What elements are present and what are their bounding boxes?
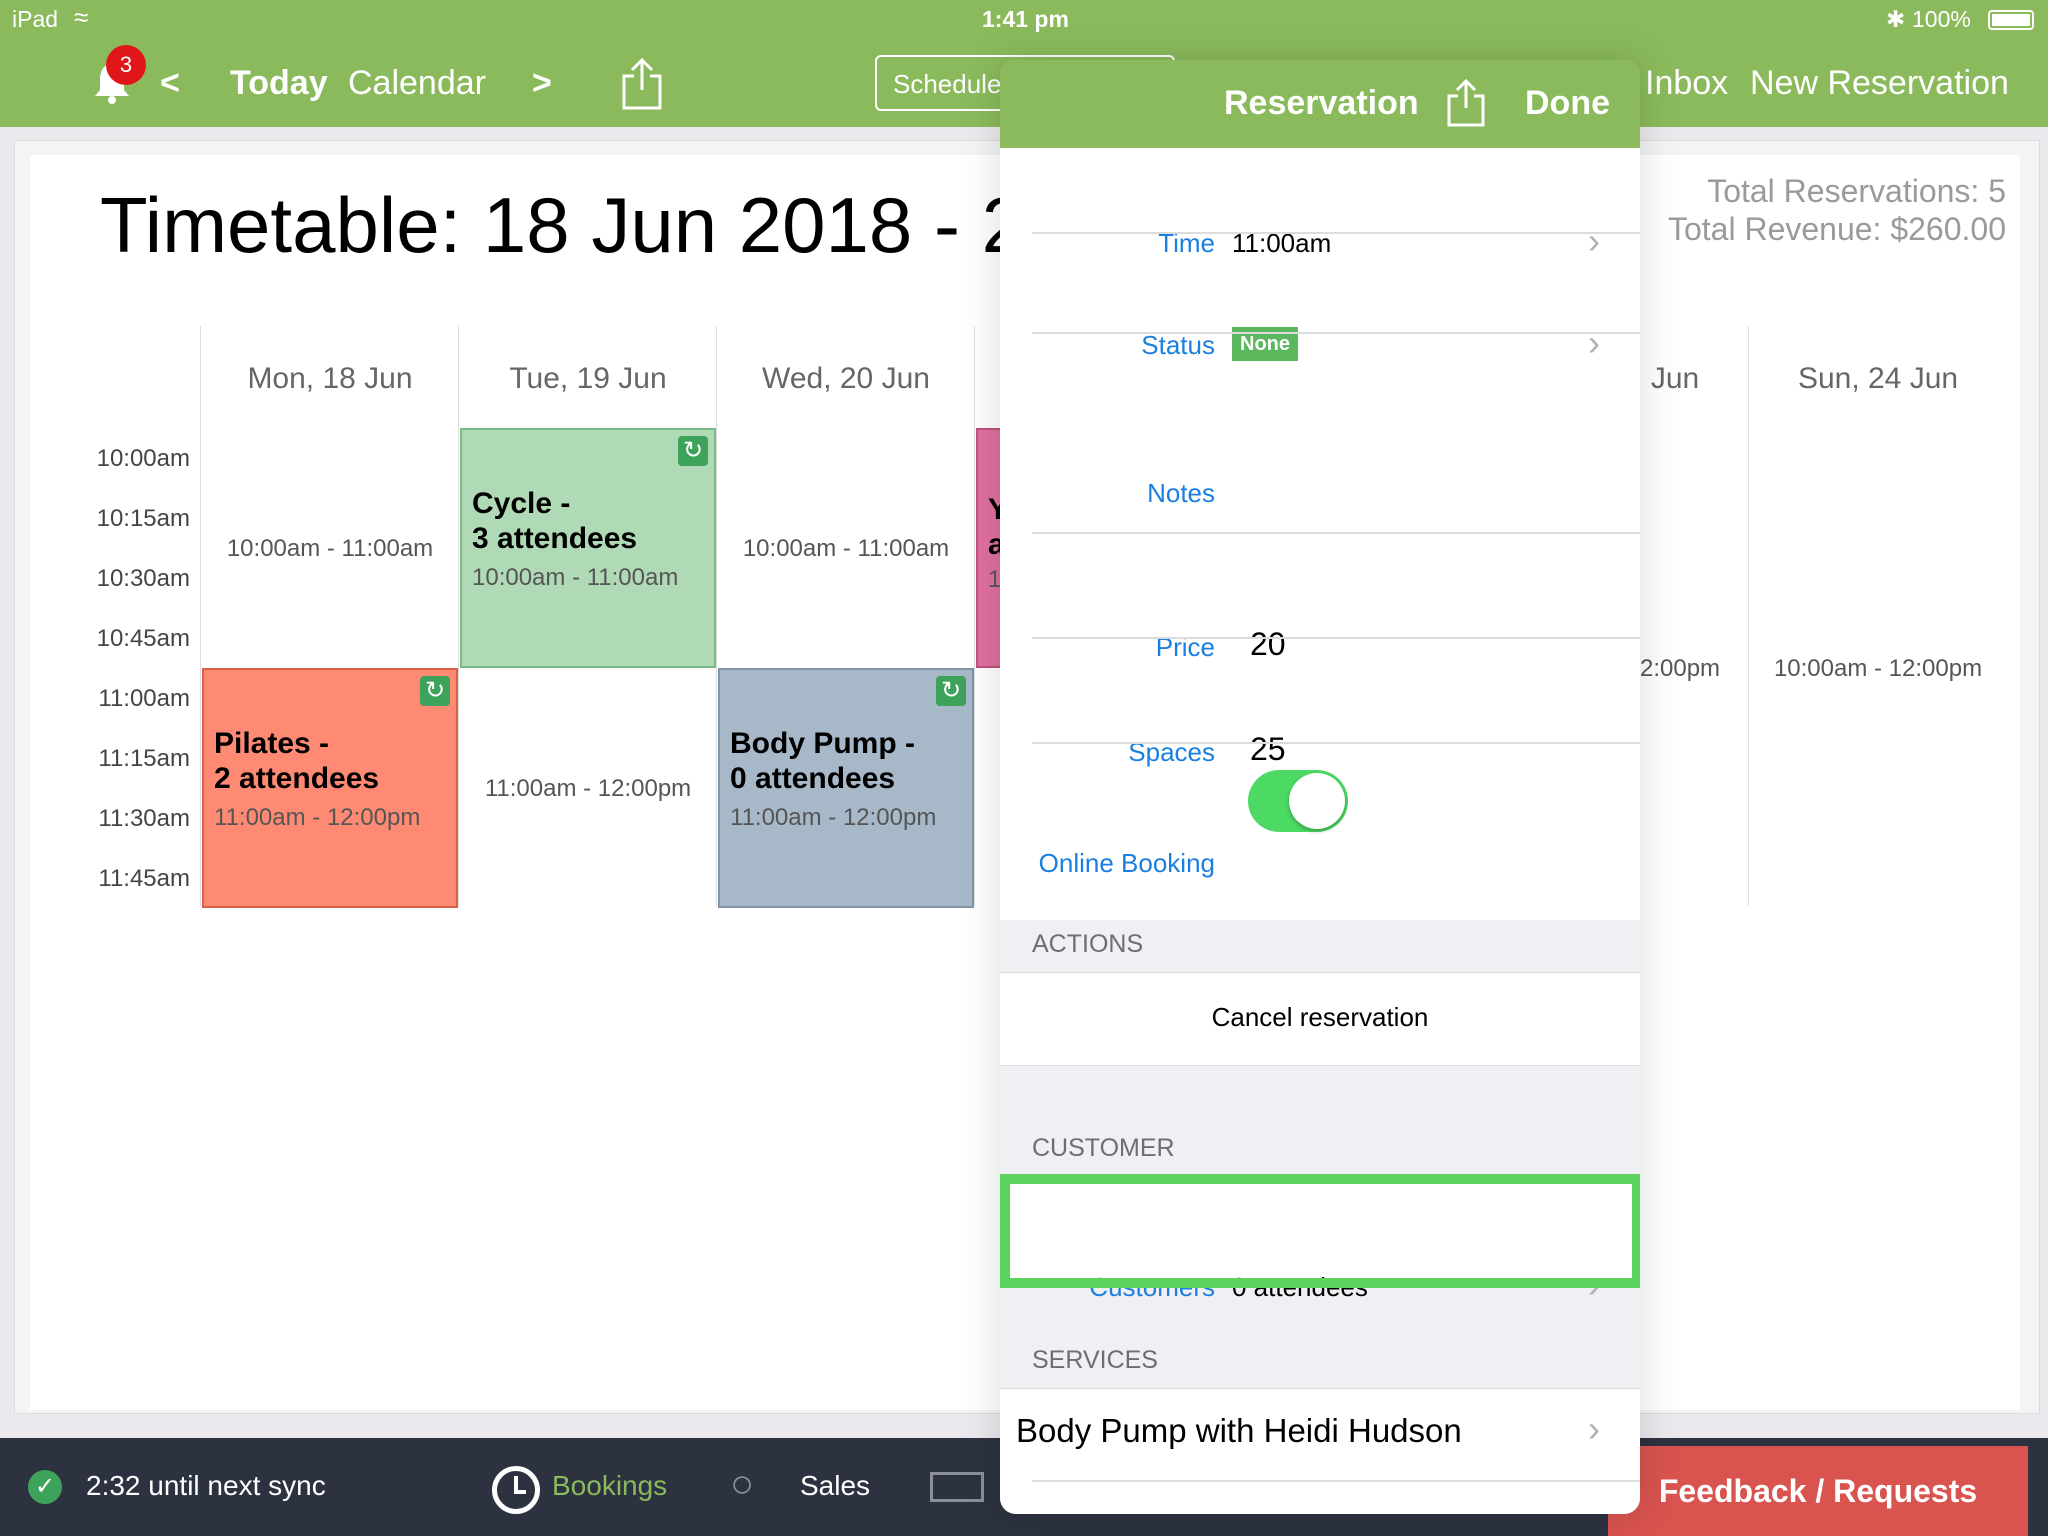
column-divider [974, 326, 975, 906]
prev-button[interactable]: < [160, 64, 180, 103]
segment-schedule[interactable]: Schedule [893, 69, 1001, 99]
customers-highlight-box [1000, 1174, 1640, 1288]
event-title: Pilates - 2 attendees [214, 727, 380, 795]
time-label: 10:30am [96, 565, 190, 592]
day-header-sun: Sun, 24 Jun [1797, 362, 1959, 395]
event-title: Cycle - 3 attendees [472, 487, 638, 555]
reservation-popover: Reservation Done Time 11:00am › Status N… [1000, 60, 1640, 1514]
tab-bookings[interactable]: Bookings [552, 1470, 667, 1502]
column-divider [200, 326, 201, 906]
page-title: Timetable: 18 Jun 2018 - 24 [100, 181, 1069, 269]
divider [1032, 1480, 1640, 1482]
sync-status: 2:32 until next sync [86, 1470, 326, 1501]
sync-check-icon: ✓ [28, 1470, 62, 1504]
status-row[interactable]: Status None › [1000, 234, 1640, 363]
event-body-pump[interactable]: ↻ Body Pump - 0 attendees 11:00am - 12:0… [718, 668, 974, 908]
empty-slot[interactable]: 10:00am - 11:00am [718, 535, 974, 563]
clock-icon[interactable] [492, 1466, 540, 1514]
day-header-sat: Jun [1650, 362, 1700, 395]
popover-title: Reservation [1224, 84, 1419, 122]
share-icon[interactable] [1446, 78, 1486, 128]
event-time: 11:00am - 12:00pm [730, 804, 937, 831]
time-row[interactable]: Time 11:00am › [1000, 164, 1640, 261]
day-header-tue: Tue, 19 Jun [509, 362, 667, 395]
time-label: 11:30am [98, 805, 190, 832]
today-button[interactable]: Today [230, 64, 328, 103]
online-booking-toggle[interactable] [1248, 770, 1348, 832]
toggle-knob [1289, 773, 1345, 829]
event-time: 10:00am - 11:00am [472, 564, 679, 591]
empty-slot[interactable]: 2:00pm [1640, 655, 1730, 683]
price-row[interactable]: Price 20 [1000, 534, 1640, 662]
chevron-right-icon: › [1588, 1408, 1600, 1449]
battery-percent: 100% [1912, 6, 1971, 32]
online-booking-label: Online Booking [1038, 848, 1215, 878]
calendar-button[interactable]: Calendar [348, 64, 486, 103]
totals-summary: Total Reservations: 5 Total Revenue: $26… [1668, 172, 2006, 248]
wifi-icon: ≈ [74, 2, 89, 32]
spaces-row[interactable]: Spaces 25 [1000, 639, 1640, 767]
time-label: 10:45am [96, 625, 190, 652]
recurring-icon: ↻ [420, 676, 450, 706]
time-label: 10:15am [96, 505, 190, 532]
event-time: 11:00am - 12:00pm [214, 804, 421, 831]
event-pilates[interactable]: ↻ Pilates - 2 attendees 11:00am - 12:00p… [202, 668, 458, 908]
tab-sales[interactable]: Sales [800, 1470, 870, 1502]
price-tag-icon[interactable]: ○ [730, 1462, 754, 1507]
new-reservation-button[interactable]: New Reservation [1750, 64, 2009, 103]
share-icon[interactable] [620, 56, 664, 112]
total-revenue: Total Revenue: $260.00 [1667, 211, 2006, 247]
battery-icon [1988, 10, 2034, 30]
next-button[interactable]: > [532, 64, 552, 103]
inbox-button[interactable]: Inbox [1645, 64, 1728, 103]
bluetooth-icon: ✱ [1886, 6, 1906, 32]
recurring-icon: ↻ [678, 436, 708, 466]
column-divider [1748, 326, 1749, 906]
time-label: 10:00am [96, 445, 190, 472]
day-header-wed: Wed, 20 Jun [762, 362, 930, 395]
notes-label: Notes [1147, 478, 1215, 508]
done-button[interactable]: Done [1525, 84, 1610, 123]
register-icon[interactable] [930, 1472, 984, 1502]
service-name: Body Pump with Heidi Hudson [1016, 1412, 1462, 1449]
services-section-header: SERVICES [1032, 1346, 1158, 1374]
day-header-mon: Mon, 18 Jun [247, 362, 413, 395]
column-divider [716, 326, 717, 906]
notification-badge: 3 [106, 45, 146, 85]
actions-section-header: ACTIONS [1032, 930, 1144, 958]
clock: 1:41 pm [982, 6, 1069, 32]
empty-slot[interactable]: 10:00am - 12:00pm [1750, 655, 2006, 683]
feedback-button[interactable]: Feedback / Requests [1608, 1446, 2028, 1536]
service-row[interactable]: Body Pump with Heidi Hudson › [1000, 1388, 1640, 1480]
column-divider [458, 326, 459, 906]
event-cycle[interactable]: ↻ Cycle - 3 attendees 10:00am - 11:00am [460, 428, 716, 668]
time-label: 11:00am [98, 685, 190, 712]
recurring-icon: ↻ [936, 676, 966, 706]
time-label: 11:15am [98, 745, 190, 772]
empty-slot[interactable]: 11:00am - 12:00pm [460, 775, 716, 803]
customer-section-header: CUSTOMER [1032, 1134, 1175, 1162]
device-label: iPad [12, 6, 59, 32]
event-title: Body Pump - 0 attendees [730, 727, 915, 795]
time-label: 11:45am [98, 865, 190, 892]
cancel-reservation-button[interactable]: Cancel reservation [1000, 1002, 1640, 1033]
total-reservations: Total Reservations: 5 [1707, 173, 2006, 209]
empty-slot[interactable]: 10:00am - 11:00am [202, 535, 458, 563]
notes-row[interactable]: Notes [1000, 334, 1640, 534]
